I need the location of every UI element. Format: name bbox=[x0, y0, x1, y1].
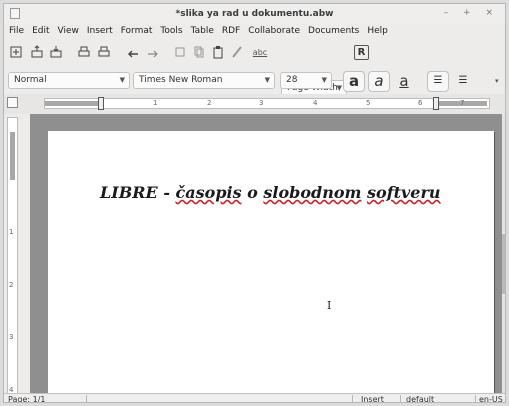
menu-table[interactable]: Table bbox=[186, 24, 217, 36]
app-window: *slika ya rad u dokumentu.abw – + × File… bbox=[3, 3, 506, 403]
status-divider bbox=[475, 395, 476, 402]
menu-tools[interactable]: Tools bbox=[155, 24, 185, 36]
text-cursor-icon: I bbox=[327, 299, 332, 312]
format-painter-icon[interactable] bbox=[229, 44, 245, 60]
open-icon[interactable] bbox=[29, 44, 45, 60]
align-left-icon[interactable]: ☰ bbox=[427, 71, 449, 92]
style-value: Normal bbox=[14, 75, 47, 85]
menu-collaborate[interactable]: Collaborate bbox=[243, 24, 303, 36]
font-select[interactable]: Times New Roman ▼ bbox=[133, 72, 275, 89]
document-heading[interactable]: LIBRE - časopis o slobodnom softveru bbox=[100, 183, 441, 202]
heading-word: softveru bbox=[367, 183, 441, 202]
document-page[interactable]: LIBRE - časopis o slobodnom softveru I bbox=[48, 131, 494, 401]
chevron-down-icon: ▼ bbox=[119, 76, 125, 84]
window-controls[interactable]: – + × bbox=[444, 8, 499, 18]
indent-marker[interactable] bbox=[98, 97, 104, 110]
language-indicator[interactable]: en-US bbox=[479, 395, 503, 402]
scrollbar-thumb[interactable] bbox=[502, 234, 505, 294]
copy-icon[interactable] bbox=[191, 44, 207, 60]
status-divider bbox=[400, 395, 401, 402]
ruler-number: 1 bbox=[153, 99, 158, 107]
horizontal-ruler[interactable]: 1 2 3 4 5 6 7 bbox=[44, 97, 490, 110]
undo-icon[interactable] bbox=[125, 44, 141, 60]
format-toolbar: Normal ▼ Times New Roman ▼ 28 ▼ a a a ☰ … bbox=[4, 68, 505, 94]
status-divider bbox=[86, 395, 87, 402]
left-margin-area bbox=[45, 101, 101, 106]
tab-stop-selector[interactable] bbox=[7, 97, 18, 108]
ruler-number: 1 bbox=[9, 228, 14, 236]
ruler-number: 3 bbox=[259, 99, 264, 107]
page-indicator: Page: 1/1 bbox=[8, 395, 46, 403]
top-margin-area bbox=[10, 132, 15, 180]
save-icon[interactable] bbox=[48, 44, 64, 60]
menu-format[interactable]: Format bbox=[116, 24, 156, 36]
ruler-number: 4 bbox=[313, 99, 318, 107]
font-size-value: 28 bbox=[286, 75, 298, 85]
vertical-scrollbar[interactable] bbox=[502, 114, 505, 394]
underline-button[interactable]: a bbox=[393, 71, 415, 92]
menu-bar: File Edit View Insert Format Tools Table… bbox=[4, 24, 505, 39]
ruler-number: 6 bbox=[418, 99, 423, 107]
heading-prefix: LIBRE - bbox=[100, 183, 176, 202]
italic-button[interactable]: a bbox=[368, 71, 390, 92]
chevron-down-icon: ▼ bbox=[321, 76, 327, 84]
print-preview-icon[interactable] bbox=[96, 44, 112, 60]
redo-icon[interactable] bbox=[145, 44, 161, 60]
ruler-number: 2 bbox=[207, 99, 212, 107]
status-divider bbox=[352, 395, 353, 402]
heading-word: časopis bbox=[175, 183, 242, 202]
window-title: *slika ya rad u dokumentu.abw bbox=[175, 9, 334, 19]
font-value: Times New Roman bbox=[139, 75, 223, 85]
menu-insert[interactable]: Insert bbox=[82, 24, 116, 36]
print-icon[interactable] bbox=[76, 44, 92, 60]
align-center-icon[interactable]: ☰ bbox=[452, 71, 474, 92]
vertical-ruler[interactable]: 1 2 3 4 bbox=[7, 117, 18, 395]
insert-frame-icon[interactable]: R bbox=[354, 45, 369, 60]
toolbar-overflow-icon[interactable]: ▾ bbox=[495, 77, 499, 85]
new-document-icon[interactable] bbox=[8, 44, 24, 60]
ruler-row: 1 2 3 4 5 6 7 bbox=[4, 94, 505, 114]
cut-icon[interactable] bbox=[172, 44, 188, 60]
chevron-down-icon: ▼ bbox=[264, 76, 270, 84]
ruler-number: 2 bbox=[9, 281, 14, 289]
menu-rdf[interactable]: RDF bbox=[217, 24, 243, 36]
style-select[interactable]: Normal ▼ bbox=[8, 72, 130, 89]
heading-mid: o bbox=[241, 183, 264, 202]
font-size-select[interactable]: 28 ▼ bbox=[280, 72, 332, 89]
paste-icon[interactable] bbox=[210, 44, 226, 60]
menu-file[interactable]: File bbox=[4, 24, 27, 36]
title-bar[interactable]: *slika ya rad u dokumentu.abw – + × bbox=[4, 4, 505, 24]
menu-view[interactable]: View bbox=[53, 24, 82, 36]
bold-button[interactable]: a bbox=[343, 71, 365, 92]
ruler-number: 3 bbox=[9, 333, 14, 341]
menu-edit[interactable]: Edit bbox=[27, 24, 52, 36]
document-canvas[interactable]: LIBRE - časopis o slobodnom softveru I bbox=[30, 114, 502, 401]
status-bar: Page: 1/1 Insert default en-US bbox=[4, 393, 505, 403]
heading-word: slobodnom bbox=[263, 183, 362, 202]
spellcheck-icon[interactable]: abc bbox=[249, 44, 271, 60]
ruler-number: 5 bbox=[366, 99, 371, 107]
insert-mode[interactable]: Insert bbox=[361, 395, 384, 402]
menu-help[interactable]: Help bbox=[362, 24, 391, 36]
right-indent-marker[interactable] bbox=[433, 97, 439, 110]
ruler-number: 7 bbox=[460, 99, 465, 107]
status-style: default bbox=[406, 395, 435, 403]
menu-documents[interactable]: Documents bbox=[303, 24, 362, 36]
standard-toolbar: abc Page Width ▼ R bbox=[4, 40, 505, 97]
